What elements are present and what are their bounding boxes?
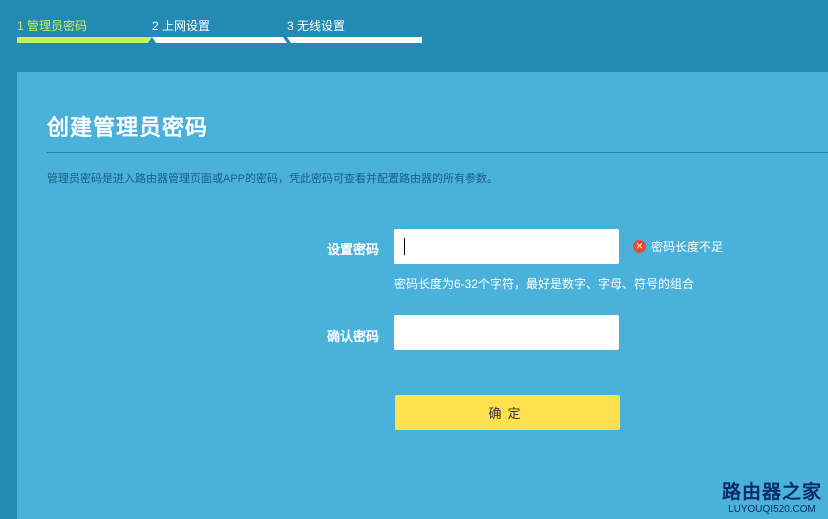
password-label: 设置密码 (326, 242, 379, 257)
watermark-title: 路由器之家 (721, 482, 822, 503)
page-title: 创建管理员密码 (47, 115, 209, 140)
watermark-logo: 路由器之家 LUYOUQI520.COM (722, 477, 822, 515)
admin-password-panel: 创建管理员密码 管理员密码是进入路由器管理页面或APP的密码，凭此密码可查看并配… (17, 72, 828, 519)
password-field-wrap (394, 229, 619, 264)
confirm-password-label: 确认密码 (326, 329, 379, 344)
confirm-password-input[interactable] (394, 315, 619, 350)
step-2-bar (152, 37, 287, 43)
step-1-bar (17, 37, 152, 43)
step-1-label: 1 管理员密码 (17, 19, 88, 33)
password-hint: 密码长度为6-32个字符，最好是数字、字母、符号的组合 (394, 277, 695, 291)
page-description: 管理员密码是进入路由器管理页面或APP的密码，凭此密码可查看并配置路由器的所有参… (47, 173, 499, 185)
step-2-label: 2 上网设置 (152, 19, 211, 33)
password-error: ✕ 密码长度不足 (633, 238, 723, 255)
error-icon: ✕ (633, 240, 646, 253)
watermark-url: LUYOUQI520.COM (728, 504, 816, 515)
password-input[interactable] (394, 229, 619, 264)
step-progress: 1 管理员密码 2 上网设置 3 无线设置 (17, 0, 422, 44)
divider (47, 152, 828, 153)
step-3-label: 3 无线设置 (287, 19, 346, 33)
step-3-bar (287, 37, 422, 43)
text-caret (404, 238, 405, 255)
password-error-text: 密码长度不足 (651, 240, 724, 254)
confirm-button[interactable]: 确定 (395, 395, 620, 430)
